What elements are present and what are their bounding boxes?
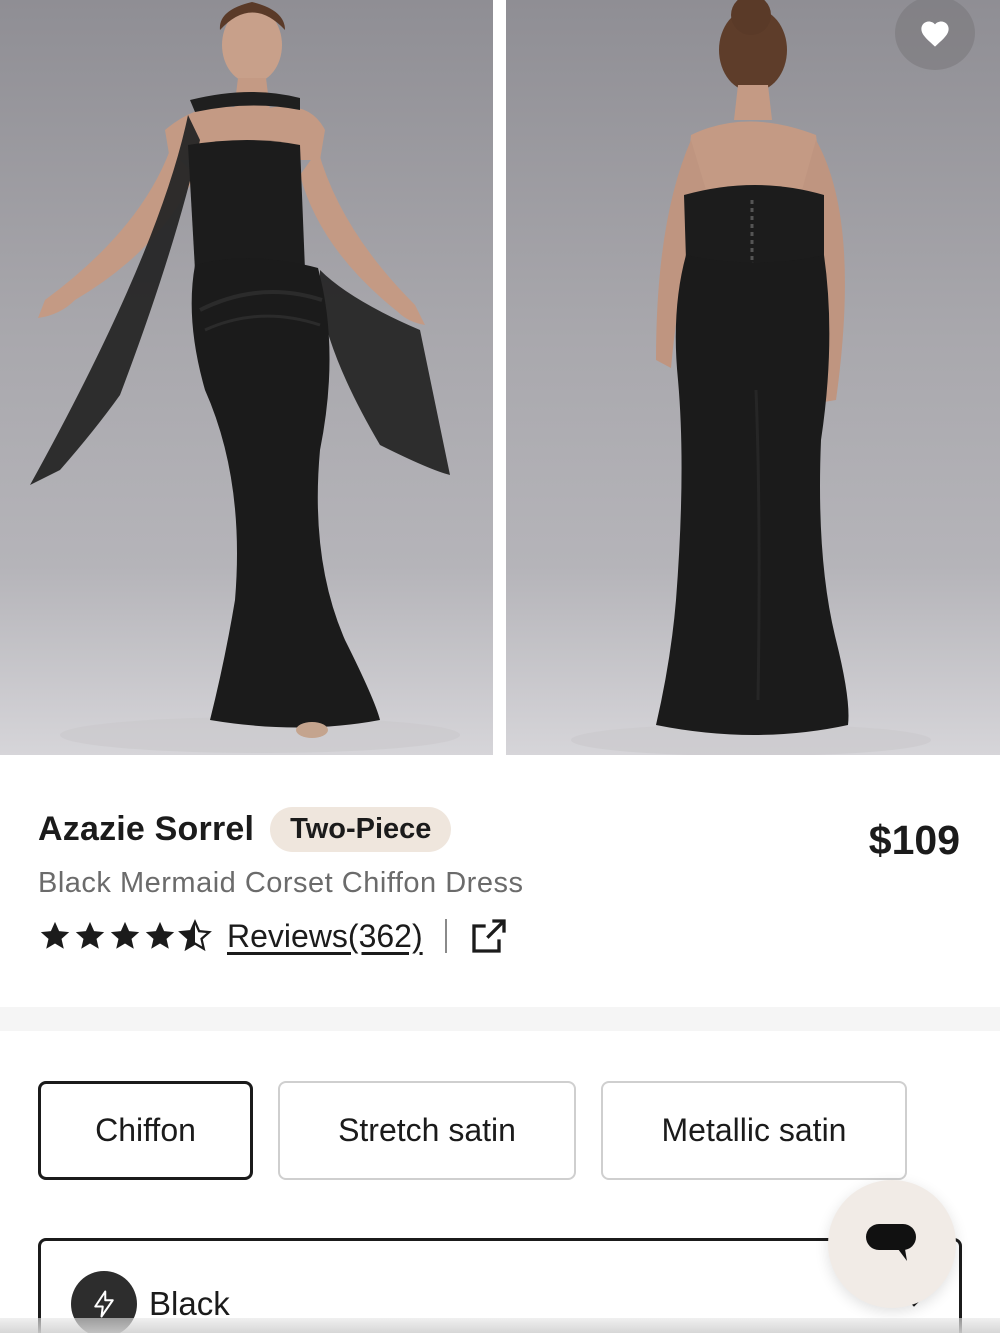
chat-bubble-icon — [866, 1224, 916, 1261]
product-subtitle: Black Mermaid Corset Chiffon Dress — [38, 867, 524, 899]
fabric-option-chiffon[interactable]: Chiffon — [38, 1081, 253, 1180]
half-star-icon — [178, 919, 212, 952]
product-gallery — [0, 0, 1000, 755]
style-badge: Two-Piece — [270, 807, 452, 852]
dress-front-illustration — [30, 2, 460, 753]
star-icon — [110, 921, 140, 949]
product-name: Azazie Sorrel — [38, 810, 255, 848]
rating-row: Reviews(362) — [38, 915, 509, 957]
star-icon — [40, 921, 70, 949]
heart-icon — [921, 21, 949, 47]
star-icon — [145, 921, 175, 949]
fabric-option-stretch-satin[interactable]: Stretch satin — [278, 1081, 576, 1180]
star-rating — [38, 919, 213, 953]
fabric-options: Chiffon Stretch satin Metallic satin — [38, 1081, 932, 1180]
lightning-icon — [94, 1290, 114, 1318]
bottom-edge — [0, 1318, 1000, 1333]
section-divider — [0, 1007, 1000, 1031]
external-link-icon[interactable] — [469, 916, 509, 956]
fabric-option-metallic-satin[interactable]: Metallic satin — [601, 1081, 907, 1180]
title-row: Azazie Sorrel Two-Piece — [38, 807, 452, 852]
divider — [444, 919, 447, 953]
dress-back-illustration — [571, 0, 931, 755]
product-image-front[interactable] — [0, 0, 493, 755]
chat-button[interactable] — [828, 1180, 956, 1308]
reviews-link[interactable]: Reviews(362) — [227, 918, 423, 955]
product-price: $109 — [868, 817, 960, 863]
star-icon — [75, 921, 105, 949]
product-info: Azazie Sorrel Two-Piece $109 Black Merma… — [0, 755, 1000, 1005]
product-image-back[interactable] — [506, 0, 1000, 755]
